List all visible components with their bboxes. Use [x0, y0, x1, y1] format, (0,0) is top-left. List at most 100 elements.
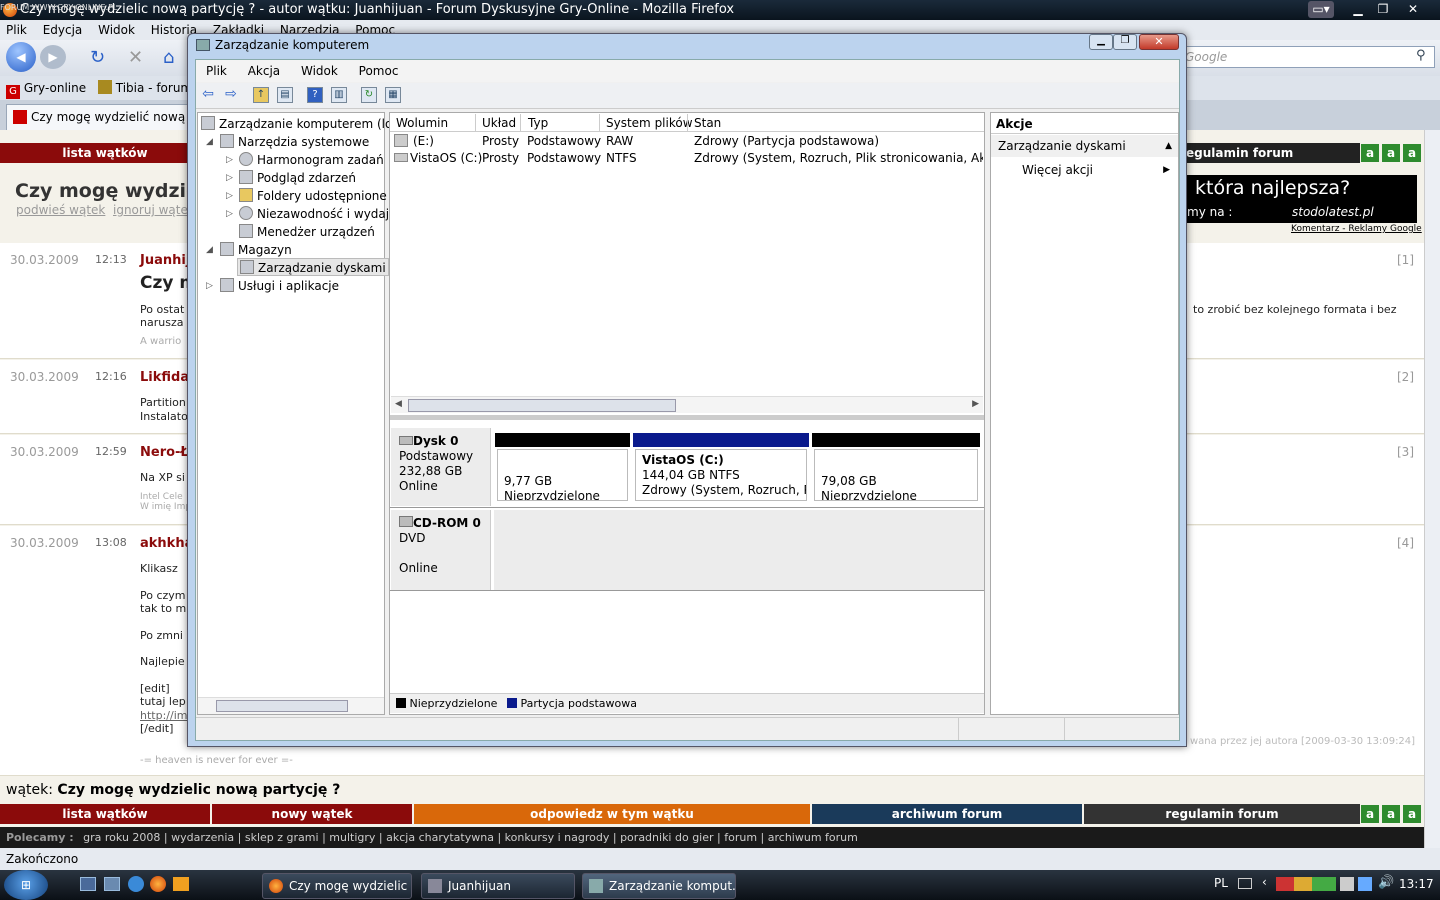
stop-icon[interactable]: ✕ — [128, 47, 143, 68]
battery-icon[interactable] — [1340, 877, 1354, 891]
menu-widok[interactable]: Widok — [98, 23, 135, 37]
minimize-icon[interactable]: ▁ — [1345, 1, 1371, 18]
volume-list-hscrollbar[interactable]: ◀ ▶ — [391, 396, 983, 413]
tree-item-reliability[interactable]: Niezawodność i wydajn — [239, 206, 397, 221]
firefox-quicklaunch-icon[interactable] — [150, 876, 166, 892]
back-button[interactable]: ◀ — [6, 42, 36, 72]
volume-row[interactable]: (E:) Prosty Podstawowy RAW Zdrowy (Party… — [391, 134, 983, 150]
font-small-button[interactable]: a — [1361, 805, 1379, 823]
show-tree-icon[interactable]: ▤ — [277, 87, 293, 103]
volume-icon[interactable]: 🔊 — [1378, 875, 1394, 890]
collapse-arrow-icon[interactable]: ▷ — [226, 155, 233, 165]
partition-unallocated-2[interactable]: 79,08 GB Nieprzydzielone — [814, 449, 978, 501]
column-header-status[interactable]: Stan — [694, 116, 721, 130]
refresh-icon[interactable]: ↻ — [361, 87, 377, 103]
action-more-actions[interactable]: Więcej akcji ▶ — [991, 160, 1178, 180]
font-large-button[interactable]: a — [1403, 144, 1421, 162]
scroll-thumb[interactable] — [408, 399, 676, 412]
scroll-left-icon[interactable]: ◀ — [395, 399, 402, 409]
network-icon[interactable] — [1358, 877, 1372, 891]
nav-regulamin-top[interactable]: egulamin forum — [1180, 143, 1360, 163]
column-header-layout[interactable]: Układ — [482, 116, 516, 130]
ignoruj-link[interactable]: ignoruj wątek — [113, 203, 195, 217]
nav-archiwum[interactable]: archiwum forum — [812, 804, 1082, 824]
language-indicator[interactable]: PL — [1214, 876, 1228, 890]
taskbar-item-juanhijuan[interactable]: Juanhijuan — [421, 873, 575, 899]
ad-comment-link[interactable]: Komentarz - Reklamy Google — [1291, 224, 1422, 234]
tree-item-disk-management[interactable]: Zarządzanie dyskami — [237, 258, 389, 276]
polecamy-link[interactable]: sklep z grami — [245, 831, 319, 844]
nav-lista-watkow[interactable]: lista wątków — [0, 804, 210, 824]
nav-lista-watkow-top[interactable]: lista wątków — [0, 143, 210, 163]
nav-regulamin[interactable]: regulamin forum — [1084, 804, 1360, 824]
tree-item-storage[interactable]: Magazyn — [220, 242, 292, 257]
column-divider[interactable] — [520, 114, 521, 132]
polecamy-link[interactable]: akcja charytatywna — [386, 831, 494, 844]
mmc-menu-widok[interactable]: Widok — [301, 64, 338, 78]
mmc-menu-pomoc[interactable]: Pomoc — [359, 64, 399, 78]
post-author[interactable]: Nero-Ł — [140, 445, 189, 460]
up-folder-icon[interactable]: ↑ — [253, 87, 269, 103]
polecamy-link[interactable]: wydarzenia — [171, 831, 234, 844]
show-desktop-icon[interactable] — [80, 877, 96, 891]
clock[interactable]: 13:17 — [1399, 877, 1434, 891]
mmc-maximize-icon[interactable]: ❐ — [1113, 34, 1137, 50]
polecamy-link[interactable]: konkursy i nagrody — [505, 831, 610, 844]
mmc-minimize-icon[interactable]: ▁ — [1089, 34, 1113, 50]
taskbar-item-computer-management[interactable]: Zarządzanie komput... — [582, 873, 736, 899]
polecamy-link[interactable]: multigry — [329, 831, 375, 844]
column-header-type[interactable]: Typ — [528, 116, 548, 130]
partition-vistaos[interactable]: VistaOS (C:) 144,04 GB NTFS Zdrowy (Syst… — [635, 449, 807, 501]
collapse-arrow-icon[interactable]: ▷ — [226, 191, 233, 201]
font-large-button[interactable]: a — [1403, 805, 1421, 823]
tree-item-system-tools[interactable]: Narzędzia systemowe — [220, 134, 369, 149]
keyboard-icon[interactable] — [1238, 878, 1252, 889]
bookmark-tibia[interactable]: Tibia - forum — [116, 81, 192, 95]
taskbar-item-firefox[interactable]: Czy mogę wydzielic ... — [262, 873, 412, 899]
tree-item-event-viewer[interactable]: Podgląd zdarzeń — [239, 170, 356, 185]
search-input[interactable]: Google — [1180, 46, 1435, 68]
browser-tab[interactable]: Czy mogę wydzielić nową pa — [6, 104, 192, 130]
collapse-up-icon[interactable]: ▲ — [1165, 135, 1172, 157]
media-player-icon[interactable] — [173, 877, 189, 891]
podbij-link[interactable]: podwieś wątek — [16, 203, 105, 217]
polecamy-link[interactable]: forum — [724, 831, 757, 844]
collapse-arrow-icon[interactable]: ▷ — [226, 173, 233, 183]
show-action-pane-icon[interactable]: ▥ — [331, 87, 347, 103]
post-author[interactable]: Juanhij — [140, 253, 190, 268]
tree-item-services[interactable]: Usługi i aplikacje — [220, 278, 339, 293]
expand-arrow-icon[interactable]: ◢ — [206, 137, 213, 147]
font-small-button[interactable]: a — [1361, 144, 1379, 162]
mmc-menu-plik[interactable]: Plik — [206, 64, 227, 78]
cdrom-empty-area[interactable] — [494, 510, 984, 590]
nav-nowy-watek[interactable]: nowy wątek — [212, 804, 412, 824]
column-divider[interactable] — [599, 114, 600, 132]
collapse-arrow-icon[interactable]: ▷ — [226, 209, 233, 219]
polecamy-link[interactable]: poradniki do gier — [620, 831, 713, 844]
forward-button[interactable]: ▶ — [40, 45, 66, 69]
actions-section-disk-management[interactable]: Zarządzanie dyskami ▲ — [991, 135, 1178, 157]
polecamy-link[interactable]: archiwum forum — [768, 831, 858, 844]
show-hidden-icons-icon[interactable]: ‹ — [1262, 875, 1267, 889]
scroll-thumb[interactable] — [216, 700, 348, 712]
mmc-close-icon[interactable]: ✕ — [1139, 34, 1179, 50]
properties-icon[interactable]: ▦ — [385, 87, 401, 103]
tree-item-device-manager[interactable]: Menedżer urządzeń — [239, 224, 375, 239]
partition-unallocated-1[interactable]: 9,77 GB Nieprzydzielone — [497, 449, 628, 501]
column-header-filesystem[interactable]: System plików — [606, 116, 693, 130]
restore-icon[interactable]: ❐ — [1370, 1, 1396, 18]
nav-odpowiedz[interactable]: odpowiedz w tym wątku — [414, 804, 810, 824]
internet-explorer-icon[interactable] — [128, 876, 144, 892]
tree-item-shared-folders[interactable]: Foldery udostępnione — [239, 188, 387, 203]
home-icon[interactable]: ⌂ — [163, 47, 174, 68]
close-icon[interactable]: ✕ — [1400, 1, 1426, 18]
collapse-arrow-icon[interactable]: ▷ — [206, 281, 213, 291]
tab-list-icon[interactable]: ▭▾ — [1308, 1, 1334, 18]
menu-edycja[interactable]: Edycja — [43, 23, 83, 37]
back-arrow-icon[interactable]: ⇦ — [200, 87, 216, 103]
pane-splitter[interactable] — [390, 415, 984, 420]
ad-banner[interactable]: która najlepsza? my na : stodolatest.pl — [1187, 175, 1417, 223]
column-divider[interactable] — [475, 114, 476, 132]
column-header-volume[interactable]: Wolumin — [396, 116, 448, 130]
switch-windows-icon[interactable] — [104, 877, 120, 891]
